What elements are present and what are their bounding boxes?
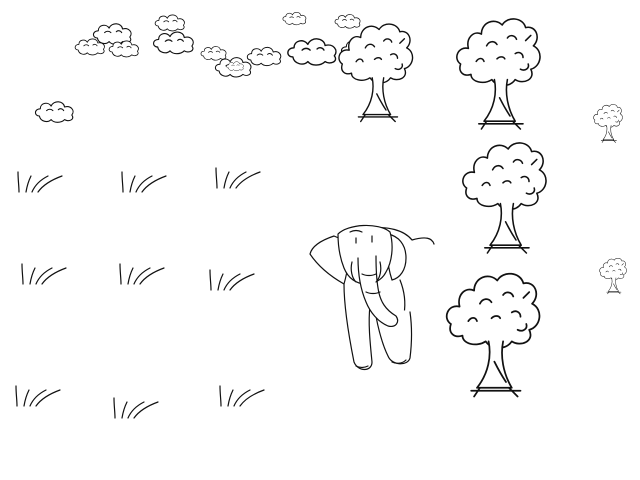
cloud-icon: [287, 38, 337, 66]
game-scene[interactable]: [0, 0, 640, 480]
grass-tuft-icon: [209, 269, 255, 291]
grass-tuft-icon: [17, 171, 63, 193]
grass-tuft-icon: [119, 263, 165, 285]
elephant-icon[interactable]: [309, 224, 435, 371]
grass-tuft-icon: [15, 385, 61, 407]
tree-icon: [462, 142, 547, 254]
cloud-icon: [246, 46, 282, 67]
cloud-icon: [200, 46, 227, 61]
cloud-icon: [108, 40, 139, 58]
cloud-icon: [154, 14, 185, 32]
cloud-icon: [282, 11, 307, 26]
grass-tuft-icon: [215, 167, 261, 189]
tree-icon: [338, 23, 414, 123]
grass-tuft-icon: [113, 397, 159, 419]
tree-icon: [599, 257, 627, 295]
grass-tuft-icon: [21, 263, 67, 285]
cloud-icon: [152, 31, 194, 55]
tree-icon: [456, 18, 541, 130]
cloud-icon: [334, 14, 361, 29]
scene-canvas[interactable]: [0, 0, 640, 480]
tree-icon: [445, 272, 541, 398]
clouds-layer: [34, 11, 380, 123]
grass-tuft-icon: [121, 171, 167, 193]
grass-tuft-icon: [219, 385, 265, 407]
cloud-icon: [34, 101, 74, 123]
tree-icon: [593, 104, 623, 143]
grass-layer: [15, 167, 265, 419]
